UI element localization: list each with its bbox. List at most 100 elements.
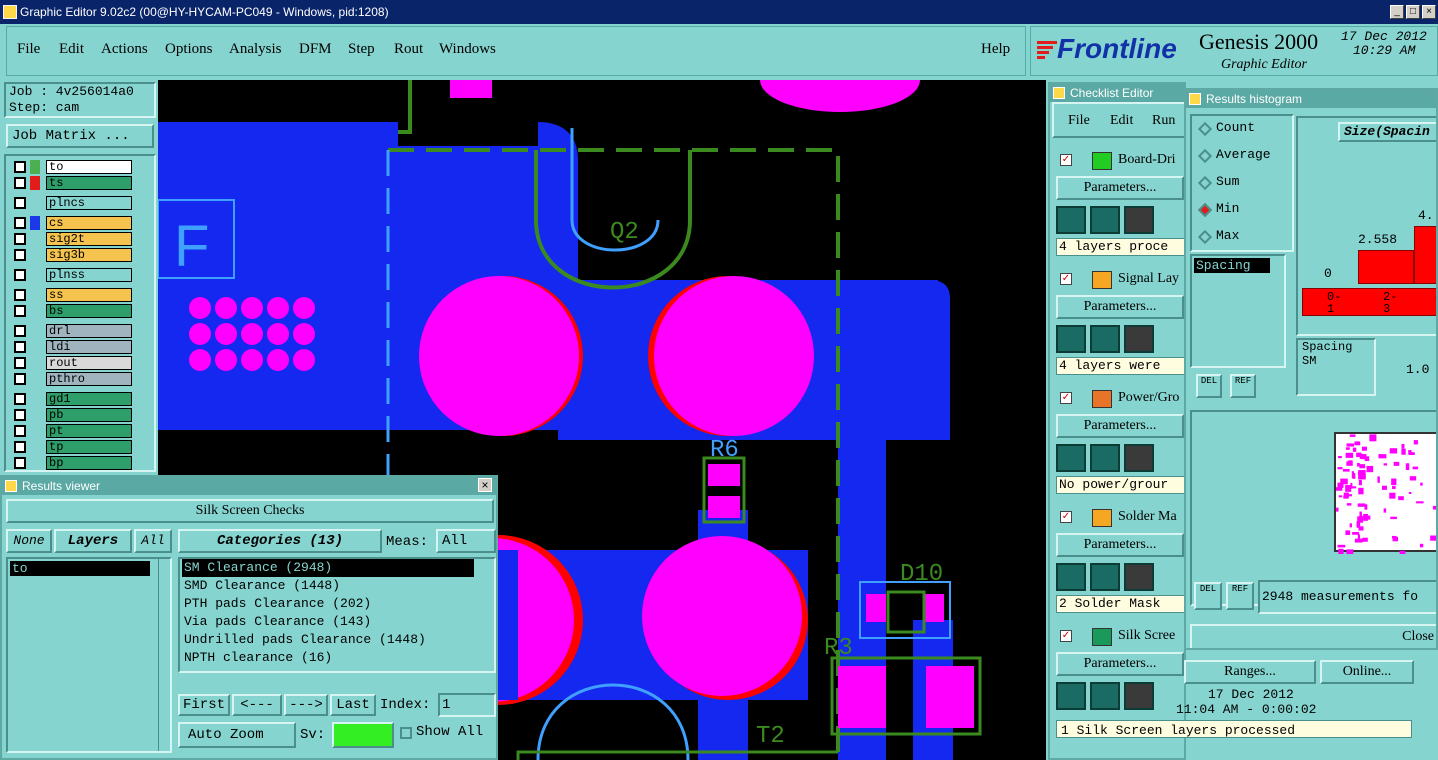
stat-option-count[interactable]: Count: [1197, 120, 1294, 140]
sv-color-dropdown[interactable]: [332, 722, 394, 748]
show-all-checkbox[interactable]: [400, 727, 412, 739]
layer-name[interactable]: bp: [46, 456, 132, 470]
checklist-menu-file[interactable]: File: [1068, 113, 1090, 129]
online-button[interactable]: Online...: [1320, 660, 1414, 684]
layer-row-tp[interactable]: tp: [14, 440, 132, 454]
layer-row-to[interactable]: to: [14, 160, 132, 174]
layer-name[interactable]: pthro: [46, 372, 132, 386]
checklist-item-name[interactable]: Silk Scree: [1118, 628, 1175, 644]
run-action-icon[interactable]: [1124, 444, 1154, 472]
layer-name[interactable]: bs: [46, 304, 132, 318]
first-button[interactable]: First: [178, 694, 230, 716]
checklist-item-name[interactable]: Solder Ma: [1118, 509, 1177, 525]
checklist-item-checkbox[interactable]: ✓: [1060, 630, 1072, 642]
del-button[interactable]: DEL: [1196, 374, 1222, 398]
layer-row-plnss[interactable]: plnss: [14, 268, 132, 282]
meas-dropdown[interactable]: All: [436, 529, 496, 553]
run-action-icon[interactable]: [1124, 563, 1154, 591]
layer-name[interactable]: plnss: [46, 268, 132, 282]
run-action-icon[interactable]: [1090, 444, 1120, 472]
run-action-icon[interactable]: [1124, 206, 1154, 234]
del-button-2[interactable]: DEL: [1194, 582, 1222, 610]
ref-button-2[interactable]: REF: [1226, 582, 1254, 610]
layer-color-swatch[interactable]: [30, 216, 40, 230]
layer-row-ldi[interactable]: ldi: [14, 340, 132, 354]
radio-icon[interactable]: [1197, 202, 1213, 218]
layer-checkbox[interactable]: [14, 249, 26, 261]
radio-icon[interactable]: [1197, 175, 1213, 191]
run-action-icon[interactable]: [1090, 325, 1120, 353]
run-action-icon[interactable]: [1124, 325, 1154, 353]
checklist-item-name[interactable]: Board-Dri: [1118, 152, 1176, 168]
measure-type-spacing[interactable]: Spacing: [1298, 340, 1374, 354]
run-action-icon[interactable]: [1056, 325, 1086, 353]
scrollbar[interactable]: [158, 559, 170, 751]
menu-options[interactable]: Options: [165, 41, 213, 58]
layer-row-bs[interactable]: bs: [14, 304, 132, 318]
run-action-icon[interactable]: [1090, 206, 1120, 234]
layer-name[interactable]: pb: [46, 408, 132, 422]
prev-button[interactable]: <---: [232, 694, 282, 716]
layer-result-item[interactable]: to: [10, 561, 150, 576]
layer-checkbox[interactable]: [14, 289, 26, 301]
layer-checkbox[interactable]: [14, 441, 26, 453]
radio-icon[interactable]: [1197, 148, 1213, 164]
measure-type-sm[interactable]: SM: [1298, 354, 1374, 368]
layer-checkbox[interactable]: [14, 373, 26, 385]
radio-icon[interactable]: [1197, 121, 1213, 137]
layer-row-pthro[interactable]: pthro: [14, 372, 132, 386]
ref-button[interactable]: REF: [1230, 374, 1256, 398]
layer-name[interactable]: ts: [46, 176, 132, 190]
run-action-icon[interactable]: [1124, 682, 1154, 710]
layer-name[interactable]: drl: [46, 324, 132, 338]
checklist-item-checkbox[interactable]: ✓: [1060, 154, 1072, 166]
menu-file[interactable]: File: [17, 41, 40, 58]
checklist-menu-run[interactable]: Run: [1152, 113, 1175, 129]
checklist-item-checkbox[interactable]: ✓: [1060, 511, 1072, 523]
run-action-icon[interactable]: [1090, 682, 1120, 710]
layer-checkbox[interactable]: [14, 305, 26, 317]
layer-name[interactable]: ss: [46, 288, 132, 302]
layer-name[interactable]: ldi: [46, 340, 132, 354]
close-button[interactable]: ×: [1422, 5, 1436, 19]
next-button[interactable]: --->: [284, 694, 328, 716]
layer-row-cs[interactable]: cs: [14, 216, 132, 230]
menu-step[interactable]: Step: [348, 41, 375, 58]
run-action-icon[interactable]: [1056, 444, 1086, 472]
run-action-icon[interactable]: [1056, 206, 1086, 234]
maximize-button[interactable]: □: [1406, 5, 1420, 19]
parameters-button[interactable]: Parameters...: [1056, 414, 1184, 438]
layer-name[interactable]: cs: [46, 216, 132, 230]
layer-row-pb[interactable]: pb: [14, 408, 132, 422]
layer-checkbox[interactable]: [14, 457, 26, 469]
menu-analysis[interactable]: Analysis: [229, 41, 282, 58]
layer-row-drl[interactable]: drl: [14, 324, 132, 338]
layer-checkbox[interactable]: [14, 217, 26, 229]
categories-button[interactable]: Categories (13): [178, 529, 382, 553]
parameters-button[interactable]: Parameters...: [1056, 652, 1184, 676]
category-item[interactable]: SM Clearance (2948): [182, 559, 474, 577]
layer-checkbox[interactable]: [14, 325, 26, 337]
parameters-button[interactable]: Parameters...: [1056, 533, 1184, 557]
layer-checkbox[interactable]: [14, 233, 26, 245]
layer-checkbox[interactable]: [14, 425, 26, 437]
stat-option-max[interactable]: Max: [1197, 228, 1294, 248]
last-button[interactable]: Last: [330, 694, 376, 716]
checklist-menu-edit[interactable]: Edit: [1110, 113, 1133, 129]
index-input[interactable]: 1: [438, 693, 496, 717]
layer-name[interactable]: to: [46, 160, 132, 174]
layer-checkbox[interactable]: [14, 177, 26, 189]
layer-name[interactable]: sig3b: [46, 248, 132, 262]
layer-name[interactable]: rout: [46, 356, 132, 370]
histogram-list-item[interactable]: Spacing: [1194, 258, 1270, 273]
layer-row-rout[interactable]: rout: [14, 356, 132, 370]
minimize-button[interactable]: _: [1390, 5, 1404, 19]
ranges-button[interactable]: Ranges...: [1184, 660, 1316, 684]
close-icon[interactable]: ×: [478, 478, 492, 492]
menu-rout[interactable]: Rout: [394, 41, 423, 58]
layer-checkbox[interactable]: [14, 357, 26, 369]
menu-actions[interactable]: Actions: [101, 41, 148, 58]
layer-name[interactable]: sig2t: [46, 232, 132, 246]
layer-row-plncs[interactable]: plncs: [14, 196, 132, 210]
layer-row-ts[interactable]: ts: [14, 176, 132, 190]
